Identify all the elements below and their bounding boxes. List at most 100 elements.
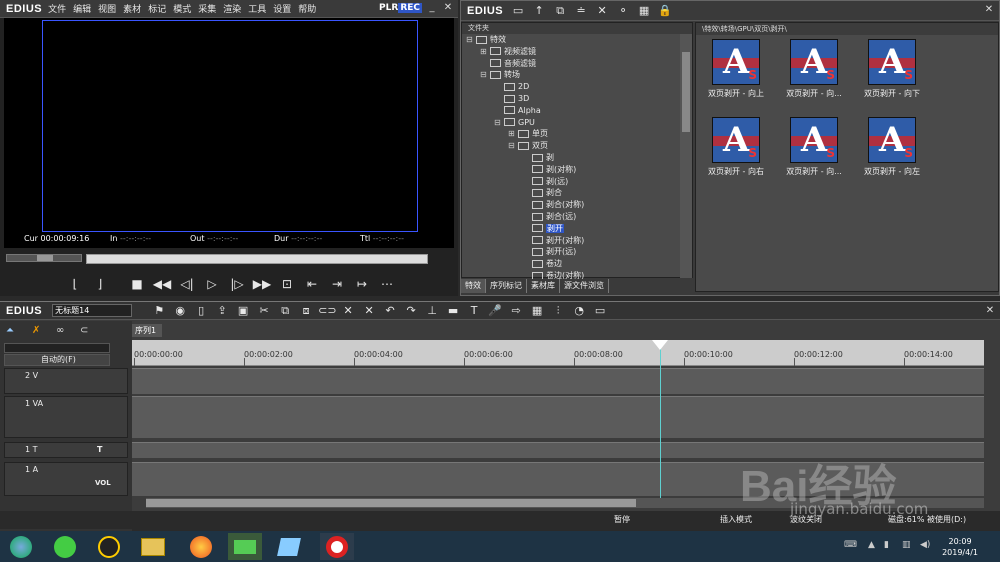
taskbar-app-notes[interactable] [272,533,306,560]
plr-rec-toggle[interactable]: PLR REC [379,3,422,13]
close-icon[interactable]: ✕ [442,2,454,14]
sync-icon[interactable]: ∞ [56,325,64,336]
delete-clip-icon[interactable]: ✕ [339,303,357,319]
redo-icon[interactable]: ↷ [402,303,420,319]
tree-expander-icon[interactable]: ⊞ [508,128,516,139]
tab-sequence1[interactable]: 序列1 [132,324,162,337]
tree-node[interactable]: 剥开 [522,223,564,234]
play-icon[interactable]: ▷ [201,275,223,293]
loop-icon[interactable]: ⊡ [276,275,298,293]
lock-icon[interactable]: 🔒 [656,3,674,19]
menu-help[interactable]: 帮助 [298,2,316,15]
replace-icon[interactable]: ↦ [351,275,373,293]
link-icon[interactable]: ⊂⊃ [318,303,336,319]
tree-node[interactable]: 剥开(远) [522,246,576,257]
grid-icon[interactable]: ▦ [528,303,546,319]
track-select-bar[interactable] [4,343,110,353]
color-icon[interactable]: ◔ [570,303,588,319]
ripple-icon[interactable]: ✗ [32,325,40,336]
menu-edit[interactable]: 编辑 [73,2,91,15]
new-project-icon[interactable]: ▯ [192,303,210,319]
move-icon[interactable]: ≐ [572,3,590,19]
menu-file[interactable]: 文件 [48,2,66,15]
timeline-close-icon[interactable]: ✕ [984,305,996,317]
menu-view[interactable]: 视图 [98,2,116,15]
tree-node[interactable]: ⊟ 转场 [480,69,520,80]
tree-expander-icon[interactable]: ⊟ [480,69,488,80]
voiceover-icon[interactable]: 🎤 [486,303,504,319]
tree-expander-icon[interactable]: ⊟ [494,117,502,128]
tray-expand-icon[interactable]: ▲ [868,540,875,550]
plr-button[interactable]: PLR [379,3,398,13]
shuttle-slider[interactable] [6,254,82,262]
property-icon[interactable]: ⚬ [614,3,632,19]
tree-node[interactable]: 剥合(对称) [522,199,584,210]
stop-icon[interactable]: ■ [126,275,148,293]
tree-node[interactable]: ⊞ 单页 [508,128,548,139]
tree-node[interactable]: 2D [494,81,529,92]
step-forward-icon[interactable]: |▷ [226,275,248,293]
timeline-cursor[interactable] [660,340,661,498]
set-in-icon[interactable]: ⌊ [64,275,86,293]
group-icon[interactable]: ⊂ [80,325,88,336]
taskbar-app-360[interactable] [48,533,82,560]
step-back-icon[interactable]: ◁| [176,275,198,293]
menu-clip[interactable]: 素材 [123,2,141,15]
menu-capture[interactable]: 采集 [198,2,216,15]
tab-effects[interactable]: 特效 [461,279,486,293]
effect-tile[interactable]: AS 双页剥开 - 向左 [854,117,930,177]
add-transition-icon[interactable]: ▬ [444,303,462,319]
position-bar[interactable] [86,254,428,264]
minimize-icon[interactable]: _ [426,2,438,14]
track-1va[interactable] [132,396,984,438]
tree-expander-icon[interactable]: ⊟ [508,140,516,151]
rec-button[interactable]: REC [398,3,422,13]
new-sequence-icon[interactable]: ⚑ [150,303,168,319]
tree-node[interactable]: 剥合(远) [522,211,576,222]
tray-battery-icon[interactable]: ▮ [884,540,889,550]
ripple-delete-icon[interactable]: ✕ [360,303,378,319]
taskbar-app-qq[interactable] [92,533,126,560]
tree-scroll-thumb[interactable] [682,52,690,132]
tray-network-icon[interactable]: ▥ [902,540,911,550]
overwrite-icon[interactable]: ⇥ [326,275,348,293]
project-name-field[interactable]: 无标题14 [52,304,133,317]
copy-icon[interactable]: ⧉ [551,3,569,19]
export-icon[interactable]: ⇨ [507,303,525,319]
delete-icon[interactable]: ✕ [593,3,611,19]
layout-icon[interactable]: ▭ [591,303,609,319]
copy-clip-icon[interactable]: ⧉ [276,303,294,319]
set-out-icon[interactable]: ⌋ [89,275,111,293]
menu-marker[interactable]: 标记 [148,2,166,15]
effect-tile[interactable]: AS 双页剥开 - 向右 [698,117,774,177]
tree-scrollbar[interactable] [680,34,692,278]
tree-node[interactable]: Alpha [494,105,541,116]
menu-render[interactable]: 渲染 [223,2,241,15]
tree-node[interactable]: ⊟ 双页 [508,140,548,151]
auto-mode-select[interactable]: 自动的(F) [4,354,110,366]
taskbar-clock[interactable]: 20:09 2019/4/1 [942,536,978,558]
title-icon[interactable]: T [465,303,483,319]
menu-mode[interactable]: 模式 [173,2,191,15]
snapshot-icon[interactable]: ◉ [171,303,189,319]
menu-tools[interactable]: 工具 [248,2,266,15]
tab-source-browser[interactable]: 源文件浏览 [560,279,609,293]
view-icon[interactable]: ▦ [635,3,653,19]
shuttle-thumb[interactable] [37,255,53,261]
folder-icon[interactable]: ▭ [509,3,527,19]
open-project-icon[interactable]: ⇪ [213,303,231,319]
taskbar-app-recorder[interactable] [320,533,354,560]
status-insert-mode[interactable]: 插入模式 [720,514,752,525]
timeline-hscroll-thumb[interactable] [146,499,636,507]
up-icon[interactable]: ↑ [530,3,548,19]
start-button[interactable] [4,533,38,560]
tree-node[interactable]: ⊟ GPU [494,117,535,128]
taskbar-app-edius[interactable] [228,533,262,560]
tray-keyboard-icon[interactable]: ⌨ [844,540,857,550]
tree-expander-icon[interactable]: ⊞ [480,46,488,57]
taskbar-app-explorer[interactable] [136,533,170,560]
tree-node[interactable]: 剥合 [522,187,562,198]
track-2v[interactable] [132,368,984,394]
tree-node[interactable]: 剥(对称) [522,164,576,175]
insert-icon[interactable]: ⇤ [301,275,323,293]
